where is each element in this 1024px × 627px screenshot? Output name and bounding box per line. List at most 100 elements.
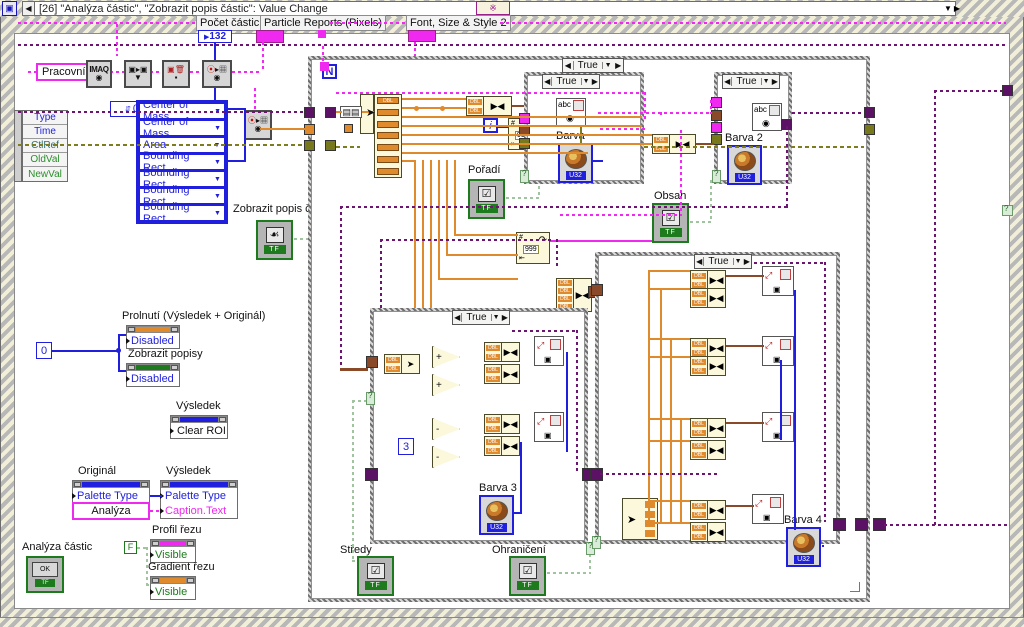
draw-text-node-2[interactable]: abc ◉ [752, 103, 782, 131]
cut-gradient-property[interactable]: Visible [150, 576, 196, 600]
imaq-node-3[interactable]: ▣🗑 ▪ [162, 60, 190, 88]
color-4-control[interactable]: U32 [786, 527, 821, 567]
draw-rect-node-b3-2[interactable]: ⤢ ▣ [534, 412, 564, 442]
original-palette-property[interactable]: Palette Type [72, 480, 150, 504]
next-case-icon[interactable]: ▶ [771, 77, 779, 86]
measurement-ring-group[interactable]: Center of Mass ▼ Center of Mass ▼ Area ▼… [136, 99, 228, 225]
color-2-control[interactable]: U32 [727, 145, 762, 185]
chevron-down-icon[interactable]: ▼ [601, 62, 614, 69]
color-1-control[interactable]: U32 [558, 143, 593, 183]
result-palette-property[interactable]: Palette Type Caption.Text [160, 480, 238, 519]
draw-rect-node-b4-3[interactable]: ⤢ ▣ [762, 412, 794, 442]
number-to-string-node-2[interactable]: # ↷ 999 ⇤ [516, 232, 550, 264]
prev-case-icon[interactable]: ◀ [453, 313, 463, 322]
draw-rect-node-b4-2[interactable]: ⤢ ▣ [762, 336, 794, 366]
draw-rect-node-b3-1[interactable]: ⤢ ▣ [534, 336, 564, 366]
imaq-node-2[interactable]: ▣▸▣ ▼ [124, 60, 152, 88]
bundle-node-2[interactable]: DBL DBL ▶◀ [652, 134, 696, 154]
next-case-icon[interactable]: ▶ [743, 257, 751, 266]
ring-6[interactable]: Bounding Rect ▼ [139, 201, 225, 225]
particle-analysis-ok-button[interactable]: OK TF [26, 556, 64, 593]
bundle-node-b4-2[interactable]: DBL DBL ▶◀ [690, 288, 726, 308]
bundle-inputs: DBL DBL [691, 441, 707, 459]
bundle-node-b4-8[interactable]: DBL DBL ▶◀ [690, 522, 726, 542]
case-selector-barva-4[interactable]: ◀ True ▼ ▶ [694, 254, 752, 269]
next-case-icon[interactable]: ▶ [591, 77, 599, 86]
show-captions-property[interactable]: Disabled [126, 363, 180, 387]
particle-reports-terminal[interactable] [256, 30, 284, 43]
prop-row-palette-type[interactable]: Palette Type [72, 488, 149, 503]
cut-profile-property[interactable]: Visible [150, 539, 196, 563]
draw-text-node-1[interactable]: abc ◉ [556, 98, 586, 126]
bundle-node-3[interactable]: DBL DBL DBL DBL ▶◀ [556, 278, 592, 312]
centers-boolean[interactable]: ☑ TF [357, 556, 394, 596]
zero-constant-terminal[interactable]: 0 [36, 342, 52, 359]
blend-property[interactable]: Disabled [126, 325, 180, 349]
prop-row-caption-text[interactable]: Caption.Text [160, 503, 237, 518]
case-nav-arrows[interactable]: ▼ ▶ [944, 2, 970, 15]
prev-case-icon[interactable]: ◀ [23, 2, 35, 15]
chevron-down-icon[interactable]: ▼ [211, 176, 224, 183]
chevron-down-icon[interactable]: ▼ [211, 193, 224, 200]
chevron-down-icon[interactable]: ▼ [211, 125, 224, 132]
analysis-terminal[interactable]: Analýza [72, 502, 150, 520]
case-selector-barva-3[interactable]: ◀ True ▼ ▶ [452, 310, 510, 325]
working-image-terminal[interactable]: Pracovní [36, 63, 92, 81]
draw-rect-node-b4-4[interactable]: ⤢ ▣ [752, 494, 784, 524]
bundle-node-b4-1[interactable]: DBL DBL ▶◀ [690, 270, 726, 290]
next-case-icon[interactable]: ▶ [613, 61, 623, 70]
prop-row-visible[interactable]: Visible [150, 547, 195, 562]
chevron-down-icon[interactable]: ▼ [732, 258, 743, 265]
bundle-node-b4-4[interactable]: DBL DBL ▶◀ [690, 356, 726, 376]
particle-count-terminal[interactable]: ▶ 132 [198, 30, 232, 43]
next-case-icon[interactable]: ▶ [954, 4, 960, 13]
bundle-node-b3-2[interactable]: DBL DBL ▶◀ [484, 364, 520, 384]
prop-row-clear-roi[interactable]: Clear ROI [170, 423, 227, 438]
result-clear-roi-property[interactable]: Clear ROI [170, 415, 228, 439]
event-frame-button[interactable]: ※ [476, 1, 510, 15]
prev-case-icon[interactable]: ◀ [543, 77, 553, 86]
prev-case-icon[interactable]: ◀ [695, 257, 705, 266]
case-selector-barva-2[interactable]: ◀ True ▼ ▶ [722, 74, 780, 89]
bundle-node-b4-5[interactable]: DBL DBL ▶◀ [690, 418, 726, 438]
chevron-down-icon[interactable]: ▼ [760, 78, 771, 85]
prev-case-icon[interactable]: ◀ [723, 77, 733, 86]
bundle-node-b4-3[interactable]: DBL DBL ▶◀ [690, 338, 726, 358]
prop-row-visible[interactable]: Visible [150, 584, 195, 599]
ring-1[interactable]: Center of Mass ▼ [139, 116, 225, 140]
case-selector-barva[interactable]: ◀ True ▼ ▶ [542, 74, 600, 89]
next-case-icon[interactable]: ▶ [501, 313, 509, 322]
prop-row-disabled[interactable]: Disabled [126, 371, 179, 386]
unbundle-node-b4[interactable]: ➤ [622, 498, 658, 540]
show-particle-caption-boolean[interactable]: ☙ TF [256, 220, 293, 260]
order-boolean[interactable]: ☑ TF [468, 179, 505, 219]
case-selector-outer[interactable]: ◀ True ▼ ▶ [562, 58, 624, 73]
imaq-node-4[interactable]: ⦿▸▦ ◉ [202, 60, 232, 88]
bundle-node-b3-1[interactable]: DBL DBL ▶◀ [484, 342, 520, 362]
bounds-boolean[interactable]: ☑ TF [509, 556, 546, 596]
chevron-down-icon[interactable]: ▼ [211, 159, 224, 166]
font-style-terminal[interactable] [408, 30, 436, 42]
chevron-down-icon[interactable]: ▼ [580, 78, 591, 85]
color-3-control[interactable]: U32 [479, 495, 514, 535]
prev-case-icon[interactable]: ◀ [563, 61, 574, 70]
chevron-down-icon[interactable]: ▼ [944, 4, 952, 13]
prop-row-disabled[interactable]: Disabled [126, 333, 179, 348]
bundle-node-b3-3[interactable]: DBL DBL ▶◀ [484, 414, 520, 434]
unbundle-node-barva3[interactable]: DBL DBL ➤ [384, 354, 420, 374]
three-constant-terminal[interactable]: 3 [398, 438, 414, 455]
bundle-node-b3-4[interactable]: DBL DBL ▶◀ [484, 436, 520, 456]
chevron-down-icon[interactable]: ▼ [211, 210, 224, 217]
imaq-node-5[interactable]: ⦿▸▦ ◉ [244, 110, 272, 140]
chevron-down-icon[interactable]: ▼ [490, 314, 501, 321]
resize-handle[interactable] [850, 582, 860, 592]
bundle-node-b4-7[interactable]: DBL DBL ▶◀ [690, 500, 726, 520]
prop-row-palette-type[interactable]: Palette Type [160, 488, 237, 503]
draw-rect-node-b4-1[interactable]: ⤢ ▣ [762, 266, 794, 296]
false-constant[interactable]: F [124, 541, 137, 554]
array-index-icon[interactable]: ▤▤ [340, 106, 362, 118]
content-boolean[interactable]: ☑ TF [652, 203, 689, 243]
imaq-node-1[interactable]: IMAQ ◉ [86, 60, 112, 88]
bundle-node-1[interactable]: DBL DBL ▶◀ [466, 96, 512, 116]
bundle-node-b4-6[interactable]: DBL DBL ▶◀ [690, 440, 726, 460]
